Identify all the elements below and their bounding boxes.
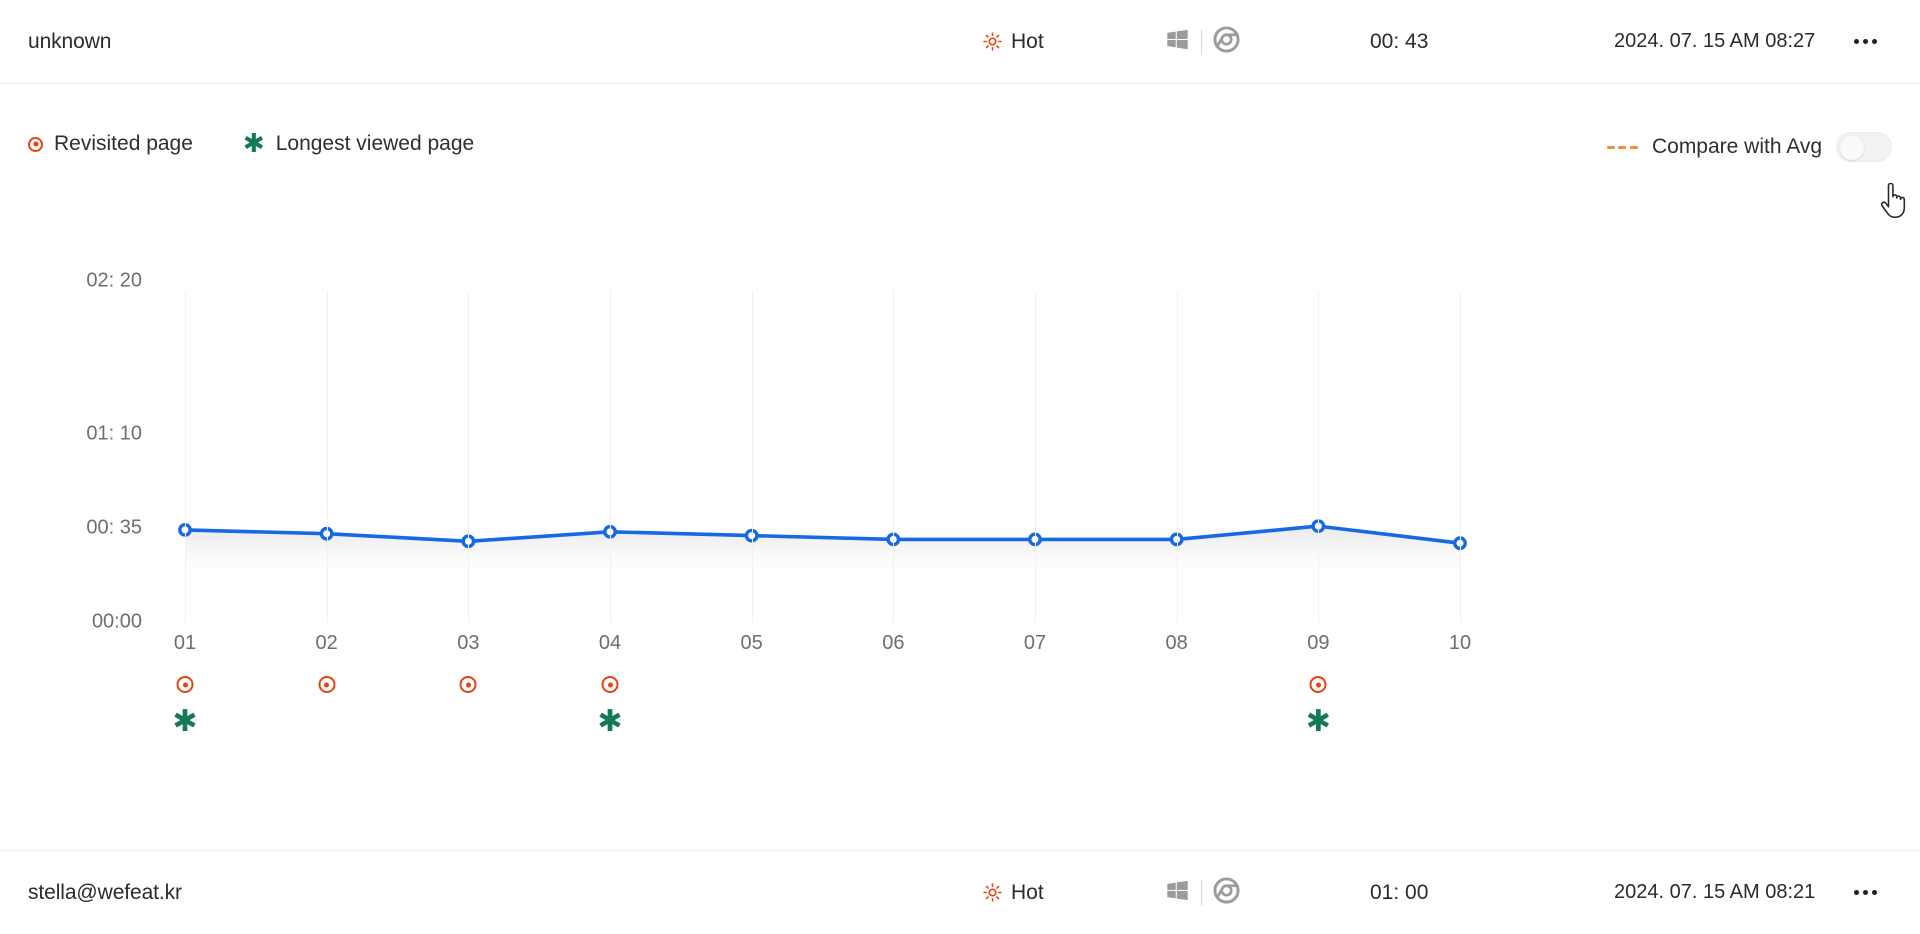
more-dot: [1854, 39, 1859, 44]
y-axis-tick: 02: 20: [86, 269, 142, 292]
revisited-page-marker[interactable]: [176, 676, 194, 693]
chart-svg: [178, 519, 1467, 569]
session-more-button[interactable]: [1852, 884, 1879, 901]
legend-label-revisited: Revisited page: [54, 132, 193, 155]
dashed-line-icon: [1606, 145, 1638, 149]
x-axis-tick: 02: [315, 632, 338, 654]
target-ring-icon: [28, 136, 43, 152]
sun-icon: [983, 883, 1002, 902]
asterisk-icon: ✱: [242, 129, 265, 159]
legend-item-longest-viewed-page[interactable]: ✱ Longest viewed page: [242, 129, 475, 159]
x-axis-tick: 03: [457, 632, 480, 654]
x-axis-tick: 10: [1448, 632, 1472, 654]
x-axis-tick: 06: [882, 632, 905, 654]
x-axis-tick: 09: [1307, 632, 1330, 654]
windows-icon: [1165, 27, 1190, 57]
chart-gridline: [610, 291, 611, 623]
compare-with-avg-toggle[interactable]: [1836, 132, 1892, 162]
more-dot: [1863, 39, 1868, 44]
chart-legend-bar: Revisited page ✱ Longest viewed page Com…: [0, 84, 1920, 214]
session-more-button[interactable]: [1852, 33, 1879, 50]
chart-gridline: [468, 291, 470, 623]
chart-gridline: [326, 291, 328, 623]
toggle-knob: [1840, 136, 1864, 160]
compare-with-avg-label: Compare with Avg: [1651, 135, 1822, 158]
session-detail-page: unknown Hot 00: 43 2024. 07. 15 AM 08:27…: [0, 0, 1920, 934]
session-datetime: 2024. 07. 15 AM 08:21: [1614, 881, 1816, 903]
revisited-page-marker[interactable]: [601, 676, 619, 693]
chart-gridline: [1035, 291, 1036, 623]
session-temperature: Hot: [983, 30, 1044, 54]
x-axis-tick: 01: [173, 632, 197, 654]
asterisk-icon: ✱: [597, 704, 623, 739]
y-axis-tick: 01: 10: [86, 422, 142, 445]
chart-plot-region: 01020304050607080910 Page: [160, 214, 1780, 654]
session-platform-icons: [1165, 876, 1240, 909]
page-viewing-time-chart: 02: 20 01: 10 00: 35 00:00 01 02 03 04 05 06 0…: [0, 214, 1920, 810]
session-temperature-label: Hot: [1011, 29, 1044, 53]
y-axis-tick: 00:00: [91, 610, 142, 633]
compare-with-avg-group: Compare with Avg: [1606, 132, 1892, 162]
x-axis-tick: 04: [598, 632, 622, 654]
revisited-page-marker[interactable]: [459, 676, 477, 693]
target-ring-icon: [459, 676, 477, 693]
longest-viewed-page-marker[interactable]: ✱: [597, 704, 623, 739]
session-row-header[interactable]: unknown Hot 00: 43 2024. 07. 15 AM 08:27: [0, 0, 1920, 84]
legend-label-longest: Longest viewed page: [275, 132, 475, 155]
session-row-footer[interactable]: stella@wefeat.kr Hot 01: 00 2024. 07. 15…: [0, 850, 1920, 934]
chrome-icon: [1213, 25, 1240, 58]
more-dot: [1854, 890, 1859, 895]
chart-gridline: [185, 291, 186, 623]
session-platform-icons: [1165, 25, 1240, 58]
y-axis-tick: 00: 35: [86, 516, 142, 539]
x-axis-tick: 08: [1165, 632, 1188, 654]
chart-gridline: [751, 291, 753, 623]
platform-divider: [1201, 28, 1202, 55]
chart-gridline: [1460, 291, 1461, 623]
chart-gridline: [1176, 291, 1178, 623]
chart-gridline: [1318, 291, 1320, 623]
target-ring-icon: [1309, 676, 1327, 693]
longest-viewed-page-markers: ✱ ✱ ✱: [160, 704, 1780, 746]
revisited-page-marker[interactable]: [1309, 676, 1327, 693]
more-dot: [1863, 890, 1868, 895]
asterisk-icon: ✱: [172, 704, 198, 739]
x-axis-tick: 07: [1023, 632, 1047, 654]
target-ring-icon: [601, 676, 619, 693]
sun-icon: [983, 32, 1002, 51]
legend-item-revisited-page[interactable]: Revisited page: [28, 132, 193, 156]
chrome-icon: [1213, 876, 1240, 909]
session-user-label: stella@wefeat.kr: [28, 880, 182, 904]
more-dot: [1872, 39, 1877, 44]
chart-gridline: [893, 291, 895, 623]
session-duration: 01: 00: [1370, 880, 1429, 904]
session-user-label: unknown: [28, 29, 112, 53]
target-ring-icon: [176, 676, 194, 693]
target-ring-icon: [318, 676, 336, 693]
x-axis-tick: 05: [740, 632, 763, 654]
session-temperature: Hot: [983, 881, 1044, 905]
longest-viewed-page-marker[interactable]: ✱: [172, 704, 198, 739]
longest-viewed-page-marker[interactable]: ✱: [1305, 704, 1331, 739]
session-temperature-label: Hot: [1011, 880, 1044, 904]
windows-icon: [1165, 878, 1190, 908]
more-dot: [1872, 890, 1877, 895]
session-datetime: 2024. 07. 15 AM 08:27: [1614, 30, 1816, 52]
chart-y-axis: 02: 20 01: 10 00: 35 00:00: [0, 214, 160, 654]
session-duration: 00: 43: [1370, 29, 1429, 53]
platform-divider: [1201, 879, 1202, 906]
revisited-page-markers: [160, 676, 1780, 706]
asterisk-icon: ✱: [1305, 704, 1331, 739]
revisited-page-marker[interactable]: [318, 676, 336, 693]
legend-left-group: Revisited page ✱ Longest viewed page: [28, 129, 475, 159]
